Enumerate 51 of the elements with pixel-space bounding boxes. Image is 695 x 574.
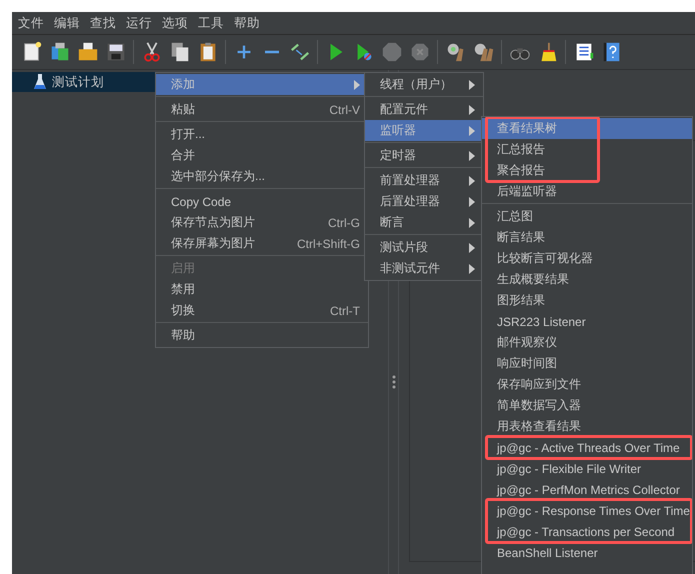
menu-item[interactable]: jp@gc - Response Times Over Time <box>482 500 692 521</box>
menu-item[interactable]: 线程（用户） <box>365 74 483 95</box>
minus-icon <box>264 50 280 54</box>
menu-title[interactable]: 运行 <box>122 14 158 32</box>
menu-item[interactable]: 聚合报告 <box>482 160 692 181</box>
menu-item[interactable]: 后置处理器 <box>365 191 483 212</box>
folder-icon <box>76 41 98 63</box>
menu-item[interactable]: 前置处理器 <box>365 170 483 191</box>
menu-item[interactable]: 合并 <box>156 145 368 166</box>
menu-item[interactable]: 保存屏幕为图片 Ctrl+Shift-G <box>156 233 368 254</box>
menu-title[interactable]: 查找 <box>86 14 122 32</box>
menu-item[interactable]: jp@gc - PerfMon Metrics Collector <box>482 479 692 500</box>
menu-item[interactable]: Copy Code <box>156 191 368 212</box>
menu-item[interactable]: 比较断言可视化器 <box>482 248 692 269</box>
menu-item[interactable]: 后端监听器 <box>482 181 692 202</box>
menu-item[interactable]: 断言结果 <box>482 227 692 248</box>
menu-item[interactable]: 粘贴 Ctrl-V <box>156 99 368 120</box>
menu-item[interactable]: 切换 Ctrl-T <box>156 300 368 321</box>
menu-item[interactable]: 用表格查看结果 <box>482 416 692 437</box>
menu-title[interactable]: 编辑 <box>50 14 86 32</box>
tree-node[interactable]: 测试计划 <box>12 72 155 92</box>
menu-title[interactable]: 文件 <box>14 14 50 32</box>
menu-title[interactable]: 工具 <box>194 14 230 32</box>
flask-icon <box>34 74 46 90</box>
menu-item[interactable]: 保存响应到文件 <box>482 374 692 395</box>
splitter-grip-icon <box>392 375 396 389</box>
menu-item[interactable]: 汇总报告 <box>482 139 692 160</box>
menu-item[interactable]: 生成概要结果 <box>482 269 692 290</box>
menu-item[interactable]: JSR223 Listener <box>482 311 692 332</box>
menu-item[interactable]: 汇总图 <box>482 206 692 227</box>
menu-title[interactable]: 选项 <box>158 14 194 32</box>
menu-item[interactable]: 图形结果 <box>482 290 692 311</box>
menu-item[interactable]: 帮助 <box>156 325 368 346</box>
menu-item[interactable]: 响应时间图 <box>482 353 692 374</box>
menu-item[interactable]: 邮件观察仪 <box>482 332 692 353</box>
menu-item[interactable]: 简单数据写入器 <box>482 395 692 416</box>
menu-item[interactable]: 打开... <box>156 124 368 145</box>
menu-item[interactable]: jp@gc - Active Threads Over Time <box>482 437 692 458</box>
menu-item[interactable]: 测试片段 <box>365 237 483 258</box>
menu-item[interactable]: 保存节点为图片 Ctrl-G <box>156 212 368 233</box>
menu-item[interactable]: 配置元件 <box>365 99 483 120</box>
menu-item[interactable]: 禁用 <box>156 279 368 300</box>
menu-item[interactable]: 选中部分保存为... <box>156 166 368 187</box>
menu-item[interactable]: jp@gc - Transactions per Second <box>482 521 692 542</box>
menu-item[interactable]: BeanShell Listener <box>482 542 692 563</box>
menu-item[interactable]: 定时器 <box>365 145 483 166</box>
menu-item[interactable]: 非测试元件 <box>365 258 483 279</box>
menu-title[interactable]: 帮助 <box>230 14 266 32</box>
menu-item[interactable]: 断言 <box>365 212 483 233</box>
menu-item[interactable]: jp@gc - Flexible File Writer <box>482 458 692 479</box>
stop-icon <box>380 41 402 63</box>
